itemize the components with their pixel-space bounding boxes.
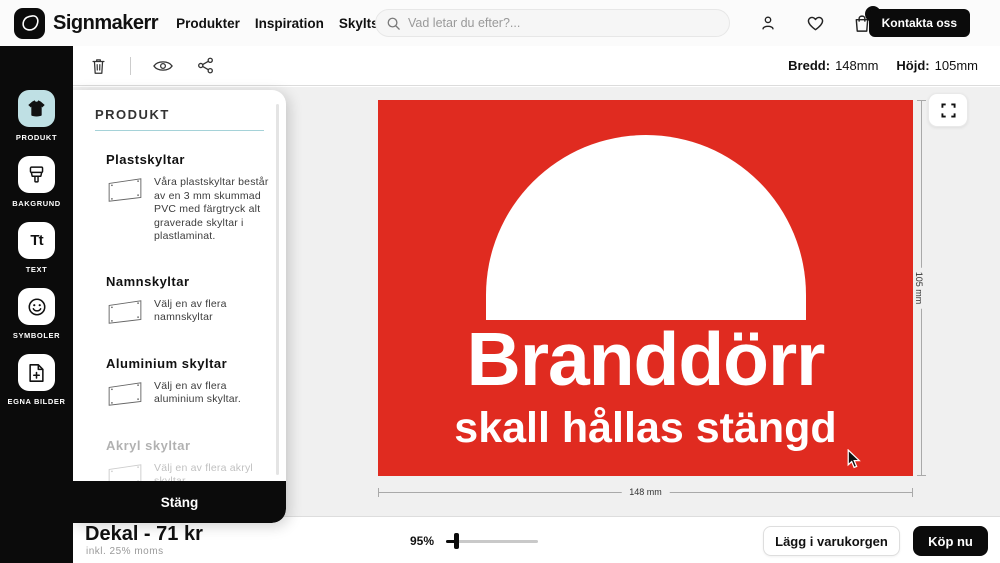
search-input[interactable]: [408, 16, 719, 30]
top-header: Signmakerr Produkter Inspiration Skyltst…: [0, 0, 1000, 46]
search-bar[interactable]: [375, 9, 730, 37]
product-option-aluminium[interactable]: Aluminium skyltar Välj en av flera alumi…: [106, 356, 274, 408]
nav-produkter[interactable]: Produkter: [176, 16, 240, 31]
sidebar-label-egna: SYMBOLER: [13, 331, 60, 340]
preview-eye-icon[interactable]: [153, 56, 173, 76]
sidebar-label-bakgrund: BAKGRUND: [12, 199, 61, 208]
checkout-bar: Dekal - 71 kr inkl. 25% moms 95% Lägg i …: [0, 516, 1000, 563]
sign-artboard[interactable]: Branddörr skall hållas stängd: [378, 100, 913, 476]
height-ruler: 105 mm: [917, 100, 927, 476]
width-ruler-label: 148 mm: [621, 487, 670, 497]
nav-inspiration[interactable]: Inspiration: [255, 16, 324, 31]
height-value: 105mm: [935, 58, 978, 73]
tshirt-icon: [18, 90, 55, 127]
sign-plate-icon: [106, 462, 144, 482]
delete-trash-icon[interactable]: [88, 56, 108, 76]
sign-text-line2[interactable]: skall hållas stängd: [454, 407, 836, 450]
sidebar-label-produkt: PRODUKT: [16, 133, 57, 142]
vat-note: inkl. 25% moms: [86, 546, 164, 557]
fullscreen-icon: [941, 103, 956, 118]
panel-close-button[interactable]: Stäng: [73, 481, 286, 523]
zoom-level: 95%: [410, 534, 434, 548]
fullscreen-button[interactable]: [928, 93, 968, 127]
sign-plate-icon: [106, 298, 144, 326]
product-panel: PRODUKT Plastskyltar Våra plastskyltar b…: [73, 90, 286, 523]
editor-toolbar: Bredd: 148mm Höjd: 105mm: [0, 46, 1000, 86]
product-option-namnskyltar[interactable]: Namnskyltar Välj en av flera namnskyltar: [106, 274, 274, 326]
sidebar-item-produkt[interactable]: PRODUKT: [16, 90, 57, 142]
sign-dimensions: Bredd: 148mm Höjd: 105mm: [788, 58, 978, 73]
product-price: Dekal - 71 kr: [85, 523, 203, 546]
brand-logo[interactable]: Signmakerr: [14, 8, 158, 39]
sidebar-item-text[interactable]: Tt TEXT: [18, 222, 55, 274]
product-option-akryl[interactable]: Akryl skyltar Välj en av flera akryl sky…: [106, 438, 274, 482]
brand-name: Signmakerr: [53, 12, 158, 35]
toolbar-divider: [130, 57, 131, 75]
zoom-slider[interactable]: [446, 533, 538, 549]
image-file-icon: [18, 354, 55, 391]
smiley-icon: [18, 288, 55, 325]
height-label: Höjd:: [896, 58, 929, 73]
sign-plate-icon: [106, 380, 144, 408]
panel-title: PRODUKT: [95, 107, 264, 131]
sidebar-item-bakgrund[interactable]: BAKGRUND: [12, 156, 61, 208]
add-to-cart-button[interactable]: Lägg i varukorgen: [763, 526, 900, 556]
width-ruler: 148 mm: [378, 488, 913, 498]
panel-items: Plastskyltar Våra plastskyltar består av…: [73, 142, 274, 481]
mouse-cursor: [846, 449, 862, 469]
tools-sidebar: PRODUKT BAKGRUND Tt TEXT SYMBOLER EGNA B…: [0, 46, 73, 563]
text-icon: Tt: [18, 222, 55, 259]
sign-dome-shape[interactable]: [486, 135, 806, 320]
width-label: Bredd:: [788, 58, 830, 73]
sidebar-label-egna-bilder: EGNA BILDER: [8, 397, 66, 406]
height-ruler-label: 105 mm: [914, 268, 924, 309]
sidebar-label-text: TEXT: [26, 265, 48, 274]
buy-now-button[interactable]: Köp nu: [913, 526, 988, 556]
contact-button[interactable]: Kontakta oss: [869, 9, 970, 37]
sidebar-item-symboler[interactable]: SYMBOLER: [13, 288, 60, 340]
sign-text-line1[interactable]: Branddörr: [467, 322, 825, 397]
zoom-slider-handle[interactable]: [454, 533, 459, 549]
search-icon: [386, 16, 401, 31]
logo-icon: [14, 8, 45, 39]
account-icon[interactable]: [758, 13, 778, 33]
sidebar-item-egna-bilder[interactable]: EGNA BILDER: [8, 354, 66, 406]
panel-scrollbar[interactable]: [276, 104, 279, 475]
product-option-plastskyltar[interactable]: Plastskyltar Våra plastskyltar består av…: [106, 152, 274, 244]
width-value: 148mm: [835, 58, 878, 73]
paint-brush-icon: [18, 156, 55, 193]
favorites-heart-icon[interactable]: [805, 13, 825, 33]
share-icon[interactable]: [195, 56, 215, 76]
sign-plate-icon: [106, 176, 144, 244]
